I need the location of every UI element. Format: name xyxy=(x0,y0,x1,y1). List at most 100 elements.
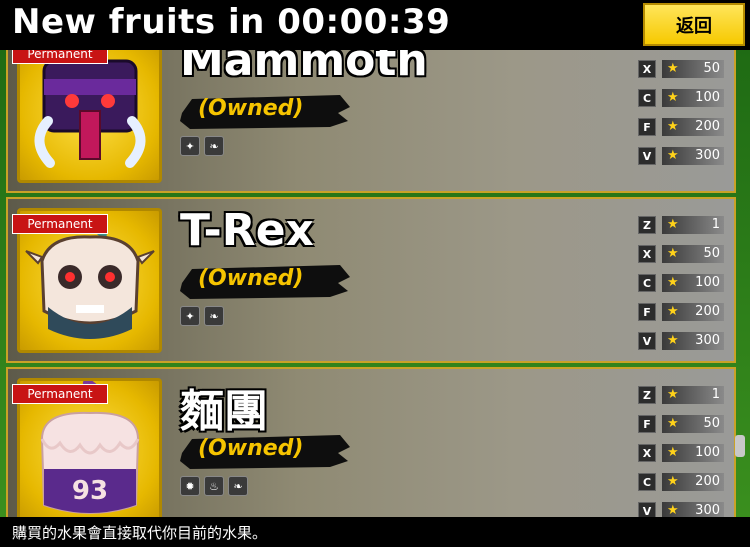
cost-pill: ★ 300 xyxy=(662,502,724,517)
cost-value: 1 xyxy=(711,217,720,232)
key-label: V xyxy=(638,147,656,165)
ability-icons: ✹ ♨ ❧ xyxy=(180,476,248,496)
permanent-badge: Permanent xyxy=(12,50,108,64)
star-icon: ★ xyxy=(667,333,679,348)
key-label: F xyxy=(638,303,656,321)
owned-label: (Owned) xyxy=(198,266,304,291)
key-label: F xyxy=(638,415,656,433)
move-row: V ★ 300 xyxy=(638,502,728,517)
sickle-icon: ❧ xyxy=(204,136,224,156)
move-row: C ★ 100 xyxy=(638,89,728,109)
sickle-icon: ❧ xyxy=(228,476,248,496)
move-row: F ★ 200 xyxy=(638,303,728,323)
move-row: C ★ 100 xyxy=(638,274,728,294)
cost-pill: ★ 300 xyxy=(662,147,724,165)
move-row: X ★ 50 xyxy=(638,245,728,265)
cost-pill: ★ 100 xyxy=(662,444,724,462)
move-row: F ★ 50 xyxy=(638,415,728,435)
cost-pill: ★ 50 xyxy=(662,415,724,433)
svg-text:93: 93 xyxy=(72,476,108,506)
restock-timer: New fruits in 00:00:39 xyxy=(12,2,451,42)
move-row: X ★ 100 xyxy=(638,444,728,464)
fruit-card-dough[interactable]: 93 Permanent 麵團 (Owned) ✹ ♨ ❧ Z ★ 1 F ★ 50 xyxy=(6,367,736,517)
move-row: V ★ 300 xyxy=(638,332,728,352)
star-icon: ★ xyxy=(667,387,679,402)
move-row: Z ★1 xyxy=(638,50,728,51)
cost-value: 1 xyxy=(711,387,720,402)
ability-icons: ✦ ❧ xyxy=(180,136,224,156)
flame-icon: ♨ xyxy=(204,476,224,496)
fruit-card-mammoth[interactable]: Permanent Mammoth (Owned) ✦ ❧ Z ★1 X ★ 50… xyxy=(6,50,736,193)
footer-note: 購買的水果會直接取代你目前的水果。 xyxy=(12,524,268,542)
ability-icons: ✦ ❧ xyxy=(180,306,224,326)
fruit-name: Mammoth xyxy=(180,50,428,86)
cost-pill: ★ 1 xyxy=(662,386,724,404)
move-row: C ★ 200 xyxy=(638,473,728,493)
owned-label: (Owned) xyxy=(198,436,304,461)
key-label: C xyxy=(638,89,656,107)
cost-value: 50 xyxy=(703,61,720,76)
cost-value: 300 xyxy=(695,148,720,163)
move-row: Z ★1 xyxy=(638,386,728,406)
star-icon: ★ xyxy=(667,275,679,290)
cost-pill: ★ 300 xyxy=(662,332,724,350)
key-label: Z xyxy=(638,216,656,234)
star-icon: ★ xyxy=(667,61,679,76)
key-label: X xyxy=(638,60,656,78)
cost-pill: ★ 100 xyxy=(662,89,724,107)
cost-value: 100 xyxy=(695,275,720,290)
owned-status: (Owned) xyxy=(180,261,352,301)
star-icon: ★ xyxy=(667,416,679,431)
star-icon: ★ xyxy=(667,445,679,460)
fruit-portrait xyxy=(17,50,162,183)
key-label: Z xyxy=(638,386,656,404)
scrollbar-thumb[interactable] xyxy=(735,435,745,457)
star-icon: ★ xyxy=(667,304,679,319)
mammoth-fruit-icon xyxy=(34,51,146,168)
star-icon: ★ xyxy=(667,90,679,105)
cost-pill: ★ 100 xyxy=(662,274,724,292)
key-label: X xyxy=(638,245,656,263)
footer-bar: 購買的水果會直接取代你目前的水果。 xyxy=(0,517,750,547)
cost-value: 300 xyxy=(695,333,720,348)
key-label: V xyxy=(638,502,656,517)
cost-pill: ★ 50 xyxy=(662,60,724,78)
move-row: V ★ 300 xyxy=(638,147,728,167)
sickle-icon: ❧ xyxy=(204,306,224,326)
star-icon: ★ xyxy=(667,217,679,232)
cost-pill: ★ 50 xyxy=(662,245,724,263)
move-row: Z ★ 1 xyxy=(638,216,728,236)
key-label: C xyxy=(638,473,656,491)
owned-status: (Owned) xyxy=(180,431,352,471)
claw-icon: ✦ xyxy=(180,136,200,156)
cost-value: 200 xyxy=(695,474,720,489)
cost-value: 50 xyxy=(703,416,720,431)
star-icon: ★ xyxy=(667,119,679,134)
cost-value: 50 xyxy=(703,246,720,261)
key-label: V xyxy=(638,332,656,350)
move-row: F ★ 200 xyxy=(638,118,728,138)
fruit-name: 麵團 xyxy=(180,386,268,437)
star-icon: ★ xyxy=(667,148,679,163)
star-icon: ★ xyxy=(667,474,679,489)
top-bar: New fruits in 00:00:39 返回 xyxy=(0,0,750,50)
star-icon: ★ xyxy=(667,503,679,517)
cost-value: 300 xyxy=(695,503,720,517)
cost-value: 100 xyxy=(695,445,720,460)
key-label: X xyxy=(638,444,656,462)
cost-pill: ★ 200 xyxy=(662,118,724,136)
back-button[interactable]: 返回 xyxy=(643,3,745,46)
cost-pill: ★ 200 xyxy=(662,303,724,321)
fruit-card-t-rex[interactable]: Permanent T-Rex (Owned) ✦ ❧ Z ★ 1 X ★ 50 C… xyxy=(6,197,736,363)
fruit-name: T-Rex xyxy=(180,205,314,256)
star-icon: ★ xyxy=(667,246,679,261)
cost-value: 200 xyxy=(695,304,720,319)
cost-value: 100 xyxy=(695,90,720,105)
fruit-list[interactable]: Permanent Mammoth (Owned) ✦ ❧ Z ★1 X ★50… xyxy=(0,50,750,517)
permanent-badge: Permanent xyxy=(12,384,108,404)
cost-pill: ★ 200 xyxy=(662,473,724,491)
permanent-badge: Permanent xyxy=(12,214,108,234)
move-row: X ★ 50 xyxy=(638,60,728,80)
key-label: C xyxy=(638,274,656,292)
gear-icon: ✹ xyxy=(180,476,200,496)
